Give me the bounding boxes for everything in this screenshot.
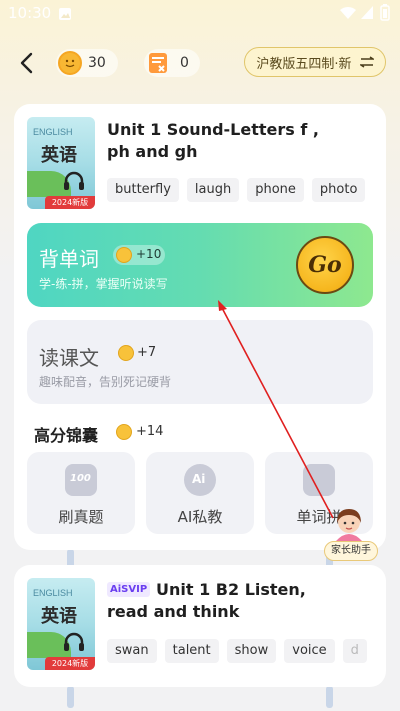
annotation-arrow bbox=[218, 300, 334, 519]
